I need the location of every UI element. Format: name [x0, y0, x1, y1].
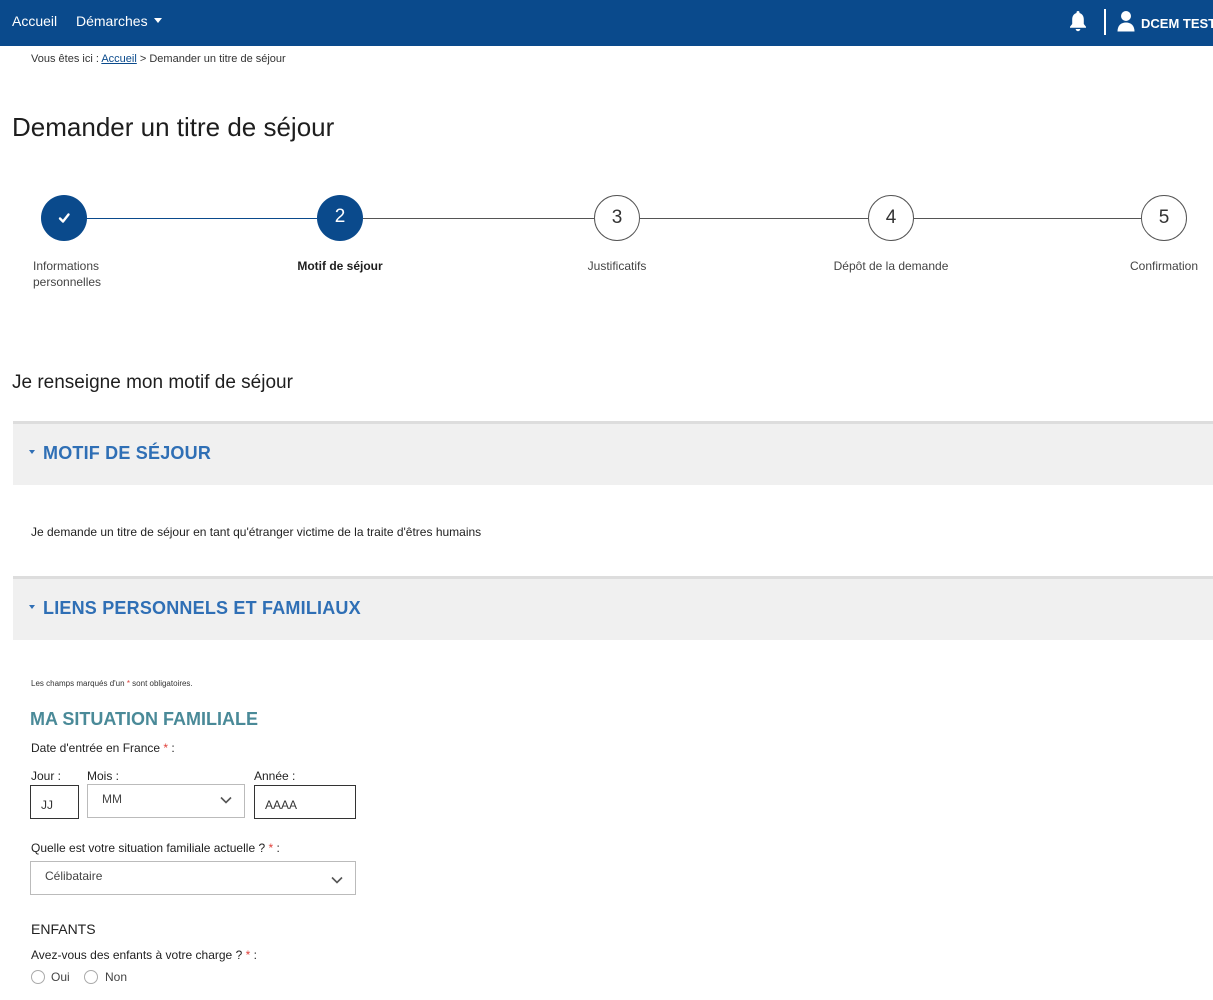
required-star: *	[126, 679, 130, 688]
year-label: Année :	[254, 769, 296, 783]
children-question: Avez-vous des enfants à votre charge ? *…	[31, 948, 257, 962]
situation-label: Quelle est votre situation familiale act…	[31, 841, 280, 855]
stepper-connector	[640, 218, 868, 219]
top-navigation-bar: Accueil Démarches DCEM TEST	[0, 0, 1213, 46]
breadcrumb-current: Demander un titre de séjour	[149, 53, 286, 65]
step-1-label: Informations personnelles	[33, 258, 101, 290]
accordion-motif-header[interactable]: MOTIF DE SÉJOUR	[13, 421, 1213, 485]
situation-select-value: Célibataire	[45, 869, 103, 883]
radio-oui-label[interactable]: Oui	[51, 970, 70, 984]
user-name: DCEM TEST	[1141, 16, 1213, 31]
radio-non[interactable]	[84, 970, 98, 984]
step-3-circle: 3	[594, 195, 640, 241]
radio-oui[interactable]	[31, 970, 45, 984]
nav-home-link[interactable]: Accueil	[12, 13, 57, 29]
breadcrumb: Vous êtes ici : Accueil > Demander un ti…	[31, 53, 286, 65]
step-5-label: Confirmation	[1129, 259, 1199, 273]
month-select-value: MM	[102, 792, 122, 806]
nav-demarches-label: Démarches	[76, 13, 148, 29]
step-1-label-line2: personnelles	[33, 275, 102, 289]
chevron-down-icon	[29, 450, 35, 454]
entry-date-label-text: Date d'entrée en France	[31, 741, 161, 755]
nav-demarches-menu[interactable]: Démarches	[76, 13, 162, 29]
step-3-label: Justificatifs	[587, 259, 647, 273]
accordion-liens-header[interactable]: LIENS PERSONNELS ET FAMILIAUX	[13, 576, 1213, 640]
user-icon	[1117, 11, 1135, 32]
step-2-label: Motif de séjour	[297, 259, 383, 273]
chevron-down-icon	[220, 796, 232, 804]
label-colon: :	[253, 948, 257, 962]
required-note-end: sont obligatoires.	[132, 679, 193, 688]
step-4-label: Dépôt de la demande	[833, 259, 949, 273]
required-star: *	[163, 741, 169, 755]
day-input[interactable]: JJ	[30, 785, 79, 819]
label-colon: :	[276, 841, 280, 855]
children-section-title: ENFANTS	[31, 921, 96, 937]
children-question-text: Avez-vous des enfants à votre charge ?	[31, 948, 243, 962]
breadcrumb-separator: >	[139, 53, 147, 65]
step-1-label-line1: Informations	[33, 259, 100, 273]
caret-down-icon	[153, 17, 162, 23]
form-subtitle: MA SITUATION FAMILIALE	[30, 709, 258, 729]
breadcrumb-prefix: Vous êtes ici :	[31, 53, 99, 65]
accordion-motif-title: MOTIF DE SÉJOUR	[43, 443, 212, 463]
situation-select[interactable]: Célibataire	[30, 861, 356, 895]
step-1-circle	[41, 195, 87, 241]
label-colon: :	[171, 741, 175, 755]
motif-description: Je demande un titre de séjour en tant qu…	[31, 525, 482, 539]
year-input[interactable]: AAAA	[254, 785, 356, 819]
progress-stepper: 2 3 4 5 Informations personnelles Motif …	[0, 195, 1213, 305]
radio-non-label[interactable]: Non	[105, 970, 127, 984]
stepper-connector	[86, 218, 317, 219]
situation-label-text: Quelle est votre situation familiale act…	[31, 841, 266, 855]
month-select[interactable]: MM	[87, 784, 245, 818]
breadcrumb-home-link[interactable]: Accueil	[101, 53, 136, 65]
required-note-start: Les champs marqués d'un	[31, 679, 125, 688]
bell-icon[interactable]	[1068, 10, 1088, 32]
required-fields-note: Les champs marqués d'un * sont obligatoi…	[31, 679, 193, 688]
stepper-connector	[914, 218, 1141, 219]
stepper-connector	[363, 218, 594, 219]
required-star: *	[268, 841, 274, 855]
chevron-down-icon	[331, 876, 343, 884]
entry-date-label: Date d'entrée en France * :	[31, 741, 175, 755]
section-title: Je renseigne mon motif de séjour	[12, 372, 293, 393]
nav-divider	[1104, 9, 1106, 35]
chevron-down-icon	[29, 605, 35, 609]
page-title: Demander un titre de séjour	[12, 112, 335, 142]
step-2-circle: 2	[317, 195, 363, 241]
step-4-circle: 4	[868, 195, 914, 241]
step-5-circle: 5	[1141, 195, 1187, 241]
required-star: *	[245, 948, 251, 962]
check-icon	[58, 213, 70, 223]
day-label: Jour :	[31, 769, 62, 783]
month-label: Mois :	[87, 769, 120, 783]
accordion-liens-title: LIENS PERSONNELS ET FAMILIAUX	[43, 598, 361, 618]
